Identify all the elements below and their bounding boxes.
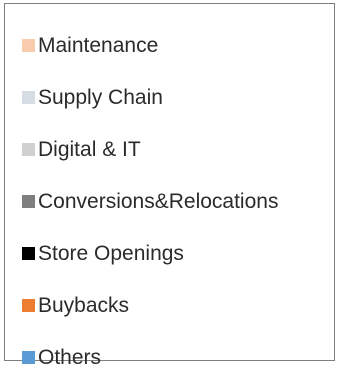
legend-label: Others [38, 345, 102, 369]
legend-swatch [22, 38, 35, 52]
legend-swatch [22, 90, 35, 104]
legend-label: Digital & IT [38, 137, 141, 161]
legend-swatch [22, 350, 35, 364]
legend-label: Supply Chain [38, 85, 163, 109]
legend-entry: Conversions&Relocations [22, 175, 278, 227]
legend-swatch [22, 298, 35, 312]
legend-label: Conversions&Relocations [38, 189, 279, 213]
legend-label: Buybacks [38, 293, 130, 317]
legend-entries: Maintenance Supply Chain Digital & IT Conve… [22, 19, 278, 383]
legend-label: Store Openings [38, 241, 184, 265]
legend-entry: Buybacks [22, 279, 278, 331]
legend-swatch [22, 194, 35, 208]
chart-legend: Maintenance Supply Chain Digital & IT Conve… [4, 3, 335, 368]
legend-entry: Supply Chain [22, 71, 278, 123]
legend-entry: Maintenance [22, 19, 278, 71]
legend-entry: Store Openings [22, 227, 278, 279]
legend-entry: Others [22, 331, 278, 383]
legend-entry: Digital & IT [22, 123, 278, 175]
legend-label: Maintenance [38, 33, 159, 57]
legend-swatch [22, 246, 35, 260]
legend-swatch [22, 142, 35, 156]
